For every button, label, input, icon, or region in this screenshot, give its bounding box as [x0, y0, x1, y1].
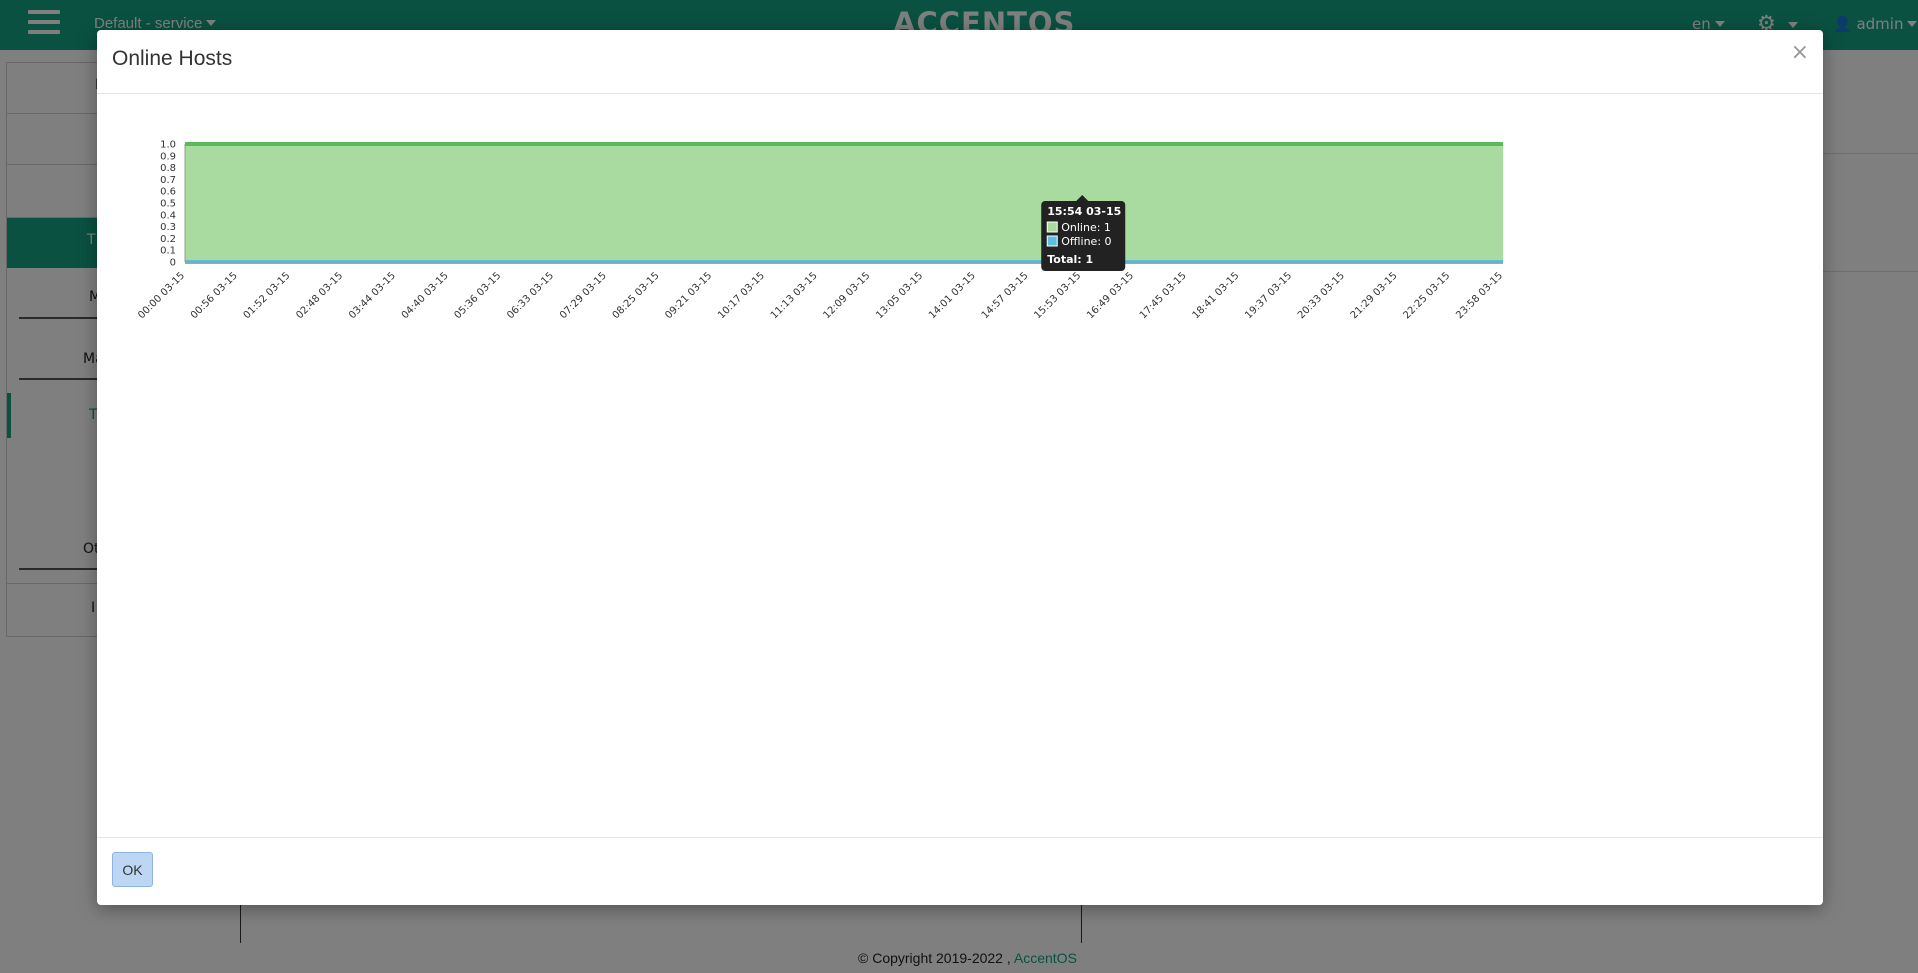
series-area-online — [185, 144, 1503, 262]
modal-header: Online Hosts × — [97, 30, 1823, 94]
x-tick-label: 01:52 03-15 — [242, 270, 293, 321]
y-tick-label: 0.4 — [160, 210, 176, 221]
y-tick-label: 0.5 — [160, 199, 176, 210]
close-icon[interactable]: × — [1791, 40, 1809, 65]
modal-footer: OK — [97, 837, 1823, 906]
x-tick-label: 14:01 03-15 — [927, 270, 978, 321]
x-tick-label: 07:29 03-15 — [558, 270, 609, 321]
x-tick-label: 12:09 03-15 — [822, 270, 873, 321]
x-tick-label: 02:48 03-15 — [294, 270, 345, 321]
x-tick-label: 06:33 03-15 — [505, 270, 556, 321]
tooltip-total: Total: 1 — [1047, 253, 1093, 266]
online-hosts-chart[interactable]: 00.10.20.30.40.50.60.70.80.91.0 00:00 03-… — [97, 94, 1823, 836]
tooltip-swatch — [1046, 221, 1058, 233]
tooltip-title: 15:54 03-15 — [1047, 205, 1121, 218]
online-hosts-modal: Online Hosts × 0 0.1 0.2 0.3 0.4 0.5 0.6 0.7 0.8… — [97, 30, 1823, 905]
x-tick-label: 00:56 03-15 — [189, 270, 240, 321]
tooltip-swatch — [1046, 235, 1058, 247]
x-tick-label: 17:45 03-15 — [1138, 270, 1189, 321]
x-tick-label: 14:57 03-15 — [980, 270, 1031, 321]
x-tick-label: 04:40 03-15 — [400, 270, 451, 321]
y-tick-label: 0 — [170, 258, 176, 269]
x-tick-label: 03:44 03-15 — [347, 270, 398, 321]
x-tick-label: 19:37 03-15 — [1243, 270, 1294, 321]
y-tick-label: 0.7 — [160, 175, 176, 186]
x-tick-label: 13:05 03-15 — [874, 270, 925, 321]
y-tick-label: 0.8 — [160, 163, 176, 174]
modal-body: 0 0.1 0.2 0.3 0.4 0.5 0.6 0.7 0.8 0.9 1.0 00:00 03-… — [97, 94, 1823, 836]
x-tick-label: 11:13 03-15 — [769, 270, 820, 321]
y-tick-label: 1.0 — [160, 140, 176, 151]
y-tick-label: 0.9 — [160, 151, 176, 162]
x-tick-label: 20:33 03-15 — [1296, 270, 1347, 321]
x-tick-label: 09:21 03-15 — [663, 270, 714, 321]
x-tick-label: 15:53 03-15 — [1032, 270, 1083, 321]
x-tick-label: 21:29 03-15 — [1349, 270, 1400, 321]
x-tick-label: 23:58 03-15 — [1454, 270, 1505, 321]
y-tick-label: 0.2 — [160, 234, 176, 245]
x-tick-label: 10:17 03-15 — [716, 270, 767, 321]
x-tick-label: 22:25 03-15 — [1401, 270, 1452, 321]
x-tick-label: 18:41 03-15 — [1191, 270, 1242, 321]
x-tick-label: 00:00 03-15 — [136, 270, 187, 321]
ok-button[interactable]: OK — [112, 852, 153, 887]
tooltip-line: Online: 1 — [1061, 221, 1111, 234]
x-tick-label: 05:36 03-15 — [452, 270, 503, 321]
modal-title: Online Hosts — [112, 47, 233, 70]
x-tick-label: 08:25 03-15 — [611, 270, 662, 321]
tooltip-line: Offline: 0 — [1061, 235, 1111, 248]
x-tick-label: 16:49 03-15 — [1085, 270, 1136, 321]
y-tick-label: 0.6 — [160, 187, 176, 198]
y-tick-label: 0.1 — [160, 246, 176, 257]
y-tick-label: 0.3 — [160, 222, 176, 233]
